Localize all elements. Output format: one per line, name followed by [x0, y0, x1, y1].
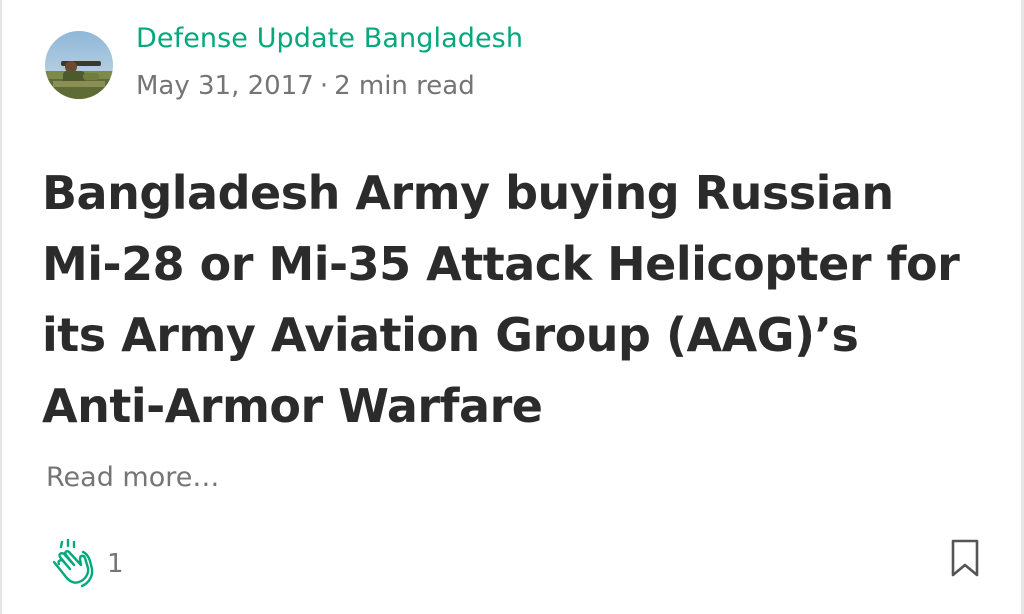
- clap-count: 1: [107, 549, 124, 579]
- read-more-link[interactable]: Read more…: [46, 459, 219, 497]
- post-meta: May 31, 2017 · 2 min read: [136, 68, 475, 104]
- author-name[interactable]: Defense Update Bangladesh: [136, 20, 523, 58]
- author-avatar[interactable]: [45, 31, 113, 99]
- read-time: 2 min read: [334, 71, 475, 101]
- card-left-border: [0, 0, 2, 614]
- post-title-line: Bangladesh Army buying Russian: [42, 166, 894, 220]
- post-title-line: its Army Aviation Group (AAG)’s: [42, 308, 859, 362]
- meta-separator: ·: [319, 71, 329, 101]
- post-date: May 31, 2017: [136, 71, 314, 101]
- bookmark-icon[interactable]: [949, 538, 981, 578]
- post-title-line: Mi-28 or Mi-35 Attack Helicopter for: [42, 237, 960, 291]
- post-title[interactable]: Bangladesh Army buying Russian Mi-28 or …: [42, 158, 1002, 442]
- post-title-line: Anti-Armor Warfare: [42, 379, 543, 433]
- clap-icon[interactable]: [44, 538, 98, 592]
